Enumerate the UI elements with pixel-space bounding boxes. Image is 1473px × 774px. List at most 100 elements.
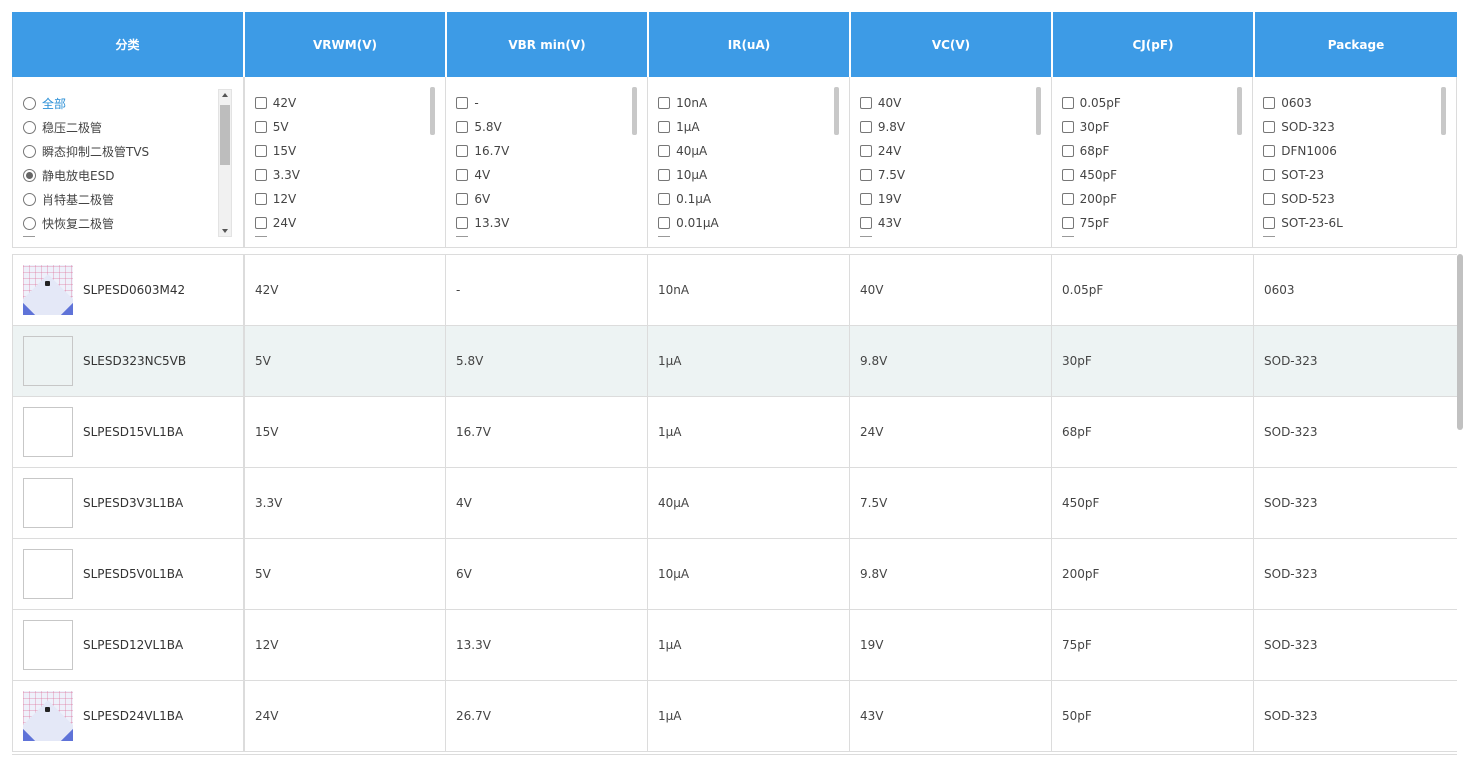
category-scrollbar[interactable]	[218, 89, 232, 237]
vbr-option[interactable]: 6V	[456, 187, 629, 211]
vc-option[interactable]: 40V	[859, 91, 1033, 115]
table-row[interactable]: SLESD323NC5VB 5V 5.8V 1μA 9.8V 30pF SOD-323	[12, 326, 1457, 397]
category-option[interactable]: 稳压二极管	[23, 115, 225, 139]
product-image[interactable]	[23, 620, 73, 670]
cj-option[interactable]: 75pF	[1061, 211, 1235, 235]
vbr-checkbox[interactable]	[456, 121, 469, 133]
product-image[interactable]	[23, 549, 73, 599]
ir-scrollbar[interactable]	[833, 87, 839, 135]
scroll-up-arrow-icon[interactable]	[222, 93, 228, 97]
category-option[interactable]: 快恢复二极管	[23, 211, 225, 235]
table-row[interactable]: SLPESD12VL1BA 12V 13.3V 1μA 19V 75pF SOD-323	[12, 610, 1457, 681]
cj-option[interactable]: 30pF	[1061, 115, 1235, 139]
category-option[interactable]: 全部	[23, 91, 225, 115]
package-scrollbar[interactable]	[1441, 87, 1446, 135]
vc-option[interactable]: 24V	[859, 139, 1033, 163]
page-scrollbar[interactable]	[1457, 254, 1463, 430]
cj-checkbox[interactable]	[1061, 145, 1074, 157]
package-option[interactable]: SOT-23	[1263, 163, 1438, 187]
ir-option[interactable]: 10μA	[658, 163, 831, 187]
product-name-link[interactable]: SLPESD24VL1BA	[83, 709, 183, 723]
category-radio[interactable]	[23, 168, 36, 182]
ir-option[interactable]: 0.1μA	[658, 187, 831, 211]
package-option[interactable]: 0603	[1263, 91, 1438, 115]
vbr-checkbox[interactable]	[456, 217, 469, 229]
vbr-checkbox[interactable]	[456, 169, 469, 181]
vrwm-checkbox[interactable]	[254, 97, 267, 109]
product-cell[interactable]: SLPESD3V3L1BA	[12, 468, 243, 538]
package-checkbox[interactable]	[1263, 217, 1276, 229]
vrwm-scrollbar[interactable]	[430, 87, 436, 135]
product-cell[interactable]: SLPESD5V0L1BA	[12, 539, 243, 609]
product-cell[interactable]: SLESD323NC5VB	[12, 326, 243, 396]
vrwm-checkbox[interactable]	[254, 169, 267, 181]
vbr-scrollbar[interactable]	[632, 87, 638, 135]
cj-option[interactable]: 68pF	[1061, 139, 1235, 163]
product-cell[interactable]: SLPESD0603M42	[12, 255, 243, 325]
table-row[interactable]: SLPESD24VL1BA 24V 26.7V 1μA 43V 50pF SOD-323	[12, 681, 1457, 752]
product-image[interactable]	[23, 691, 73, 741]
ir-checkbox[interactable]	[658, 145, 671, 157]
product-image[interactable]	[23, 336, 73, 386]
vrwm-option[interactable]: 15V	[254, 139, 428, 163]
ir-checkbox[interactable]	[658, 97, 671, 109]
product-name-link[interactable]: SLPESD15VL1BA	[83, 425, 183, 439]
vbr-option[interactable]: -	[456, 91, 629, 115]
cj-option[interactable]: 0.05pF	[1061, 91, 1235, 115]
vc-option[interactable]: 9.8V	[859, 115, 1033, 139]
vbr-checkbox[interactable]	[456, 97, 469, 109]
vbr-option[interactable]: 16.7V	[456, 139, 629, 163]
cj-option[interactable]: 450pF	[1061, 163, 1235, 187]
product-name-link[interactable]: SLPESD5V0L1BA	[83, 567, 183, 581]
cj-checkbox[interactable]	[1061, 97, 1074, 109]
vrwm-checkbox[interactable]	[254, 217, 267, 229]
vrwm-checkbox[interactable]	[254, 193, 267, 205]
table-row[interactable]: SLPESD15VL1BA 15V 16.7V 1μA 24V 68pF SOD-323	[12, 397, 1457, 468]
ir-checkbox[interactable]	[658, 121, 671, 133]
product-cell[interactable]: SLPESD15VL1BA	[12, 397, 243, 467]
vc-scrollbar[interactable]	[1035, 87, 1041, 135]
vrwm-checkbox[interactable]	[254, 145, 267, 157]
vc-checkbox[interactable]	[859, 217, 872, 229]
cj-checkbox[interactable]	[1061, 217, 1074, 229]
category-radio[interactable]	[23, 144, 36, 158]
package-checkbox[interactable]	[1263, 97, 1276, 109]
ir-checkbox[interactable]	[658, 193, 671, 205]
vc-checkbox[interactable]	[859, 97, 872, 109]
table-row[interactable]: SLPESD3V3L1BA 3.3V 4V 40μA 7.5V 450pF SOD-323	[12, 468, 1457, 539]
vbr-option[interactable]: 5.8V	[456, 115, 629, 139]
cj-checkbox[interactable]	[1061, 121, 1074, 133]
ir-checkbox[interactable]	[658, 169, 671, 181]
vc-option[interactable]: 7.5V	[859, 163, 1033, 187]
category-radio[interactable]	[23, 216, 36, 230]
vrwm-checkbox[interactable]	[254, 121, 267, 133]
ir-option[interactable]: 0.01μA	[658, 211, 831, 235]
vc-option[interactable]: 19V	[859, 187, 1033, 211]
package-option[interactable]: DFN1006	[1263, 139, 1438, 163]
ir-option[interactable]: 1μA	[658, 115, 831, 139]
category-option[interactable]: 静电放电ESD	[23, 163, 225, 187]
package-checkbox[interactable]	[1263, 121, 1276, 133]
package-option[interactable]: SOT-23-6L	[1263, 211, 1438, 235]
vrwm-option[interactable]: 24V	[254, 211, 428, 235]
vrwm-option[interactable]: 42V	[254, 91, 428, 115]
product-image[interactable]	[23, 265, 73, 315]
scrollbar-thumb[interactable]	[220, 105, 230, 165]
category-radio[interactable]	[23, 96, 36, 110]
product-name-link[interactable]: SLPESD3V3L1BA	[83, 496, 183, 510]
vc-option[interactable]: 43V	[859, 211, 1033, 235]
product-name-link[interactable]: SLPESD12VL1BA	[83, 638, 183, 652]
vbr-option[interactable]: 4V	[456, 163, 629, 187]
category-radio[interactable]	[23, 120, 36, 134]
package-checkbox[interactable]	[1263, 145, 1276, 157]
cj-scrollbar[interactable]	[1237, 87, 1243, 135]
cj-checkbox[interactable]	[1061, 169, 1074, 181]
table-row[interactable]: SLPESD0603M42 42V -10nA 40V 0.05pF 0603	[12, 255, 1457, 326]
category-radio[interactable]	[23, 192, 36, 206]
vc-checkbox[interactable]	[859, 145, 872, 157]
ir-option[interactable]: 10nA	[658, 91, 831, 115]
vc-checkbox[interactable]	[859, 121, 872, 133]
package-option[interactable]: SOD-323	[1263, 115, 1438, 139]
product-name-link[interactable]: SLPESD0603M42	[83, 283, 185, 297]
table-row[interactable]: SLPESD5V0L1BA 5V 6V 10μA 9.8V 200pF SOD-323	[12, 539, 1457, 610]
